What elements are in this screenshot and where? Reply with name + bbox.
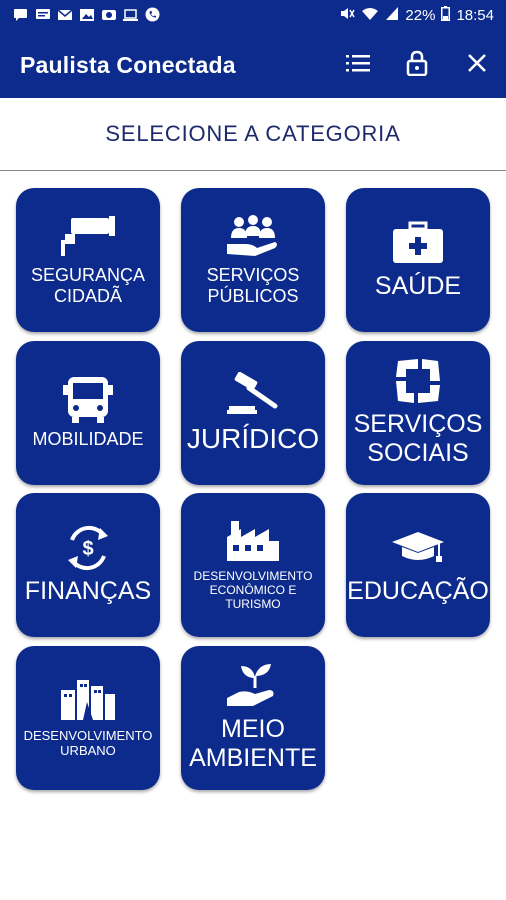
category-servicos-publicos[interactable]: SERVIÇOS PÚBLICOS [181, 188, 325, 332]
people-hand-icon [225, 213, 281, 259]
email-notification-icon [56, 7, 73, 22]
plant-hand-icon [225, 663, 281, 709]
category-header: SELECIONE A CATEGORIA [0, 98, 506, 171]
close-icon [467, 53, 487, 78]
notification-icons [12, 7, 161, 22]
chat-notification-icon [12, 7, 29, 22]
category-header-title: SELECIONE A CATEGORIA [105, 121, 401, 146]
list-icon [346, 53, 370, 78]
category-label: EDUCAÇÃO [347, 576, 489, 605]
hands-circle-icon [392, 358, 444, 404]
mute-icon [339, 6, 356, 25]
svg-text:$: $ [82, 538, 93, 560]
category-label: DESENVOLVIMENTO ECONÔMICO E TURISMO [193, 569, 313, 611]
city-buildings-icon [59, 677, 117, 723]
bus-icon [62, 376, 114, 423]
category-label: FINANÇAS [24, 576, 152, 605]
category-servicos-sociais[interactable]: SERVIÇOS SOCIAIS [346, 341, 490, 485]
category-label: JURÍDICO [186, 422, 320, 454]
first-aid-kit-icon [391, 220, 445, 266]
money-cycle-icon: $ [62, 525, 114, 571]
app-bar: Paulista Conectada [0, 32, 506, 98]
media-notification-icon [100, 7, 117, 22]
lock-button[interactable] [401, 49, 433, 81]
list-button[interactable] [342, 49, 374, 81]
category-label: SERVIÇOS SOCIAIS [353, 410, 483, 467]
battery-icon [441, 6, 451, 25]
category-label: SERVIÇOS PÚBLICOS [206, 265, 300, 306]
system-status: 22% 18:54 [339, 6, 494, 25]
category-seguranca-cidada[interactable]: SEGURANÇA CIDADÃ [16, 188, 160, 332]
app-title: Paulista Conectada [20, 52, 236, 78]
category-educacao[interactable]: EDUCAÇÃO [346, 493, 490, 637]
category-mobilidade[interactable]: MOBILIDADE [16, 341, 160, 485]
category-label: DESENVOLVIMENTO URBANO [23, 728, 153, 758]
graduation-cap-icon [390, 525, 446, 571]
battery-percent: 22% [405, 7, 436, 24]
wifi-icon [361, 6, 379, 25]
category-saude[interactable]: SAÚDE [346, 188, 490, 332]
security-camera-icon [57, 213, 119, 259]
category-financas[interactable]: $ FINANÇAS [16, 493, 160, 637]
factory-icon [225, 518, 281, 564]
status-bar: 22% 18:54 [0, 0, 506, 32]
category-label: MEIO AMBIENTE [189, 715, 317, 772]
category-desenvolvimento-economico[interactable]: DESENVOLVIMENTO ECONÔMICO E TURISMO [181, 493, 325, 637]
category-desenvolvimento-urbano[interactable]: DESENVOLVIMENTO URBANO [16, 646, 160, 790]
sms-notification-icon [34, 7, 51, 22]
category-juridico[interactable]: JURÍDICO [181, 341, 325, 485]
category-label: SAÚDE [374, 271, 462, 300]
category-label: MOBILIDADE [32, 428, 144, 449]
category-label: SEGURANÇA CIDADÃ [30, 265, 146, 306]
lock-icon [406, 50, 428, 81]
laptop-notification-icon [122, 7, 139, 22]
signal-icon [385, 6, 399, 25]
image-notification-icon [78, 7, 95, 22]
gavel-icon [225, 371, 281, 417]
clock-time: 18:54 [456, 7, 494, 24]
phone-notification-icon [144, 7, 161, 22]
category-meio-ambiente[interactable]: MEIO AMBIENTE [181, 646, 325, 790]
close-button[interactable] [461, 49, 493, 81]
